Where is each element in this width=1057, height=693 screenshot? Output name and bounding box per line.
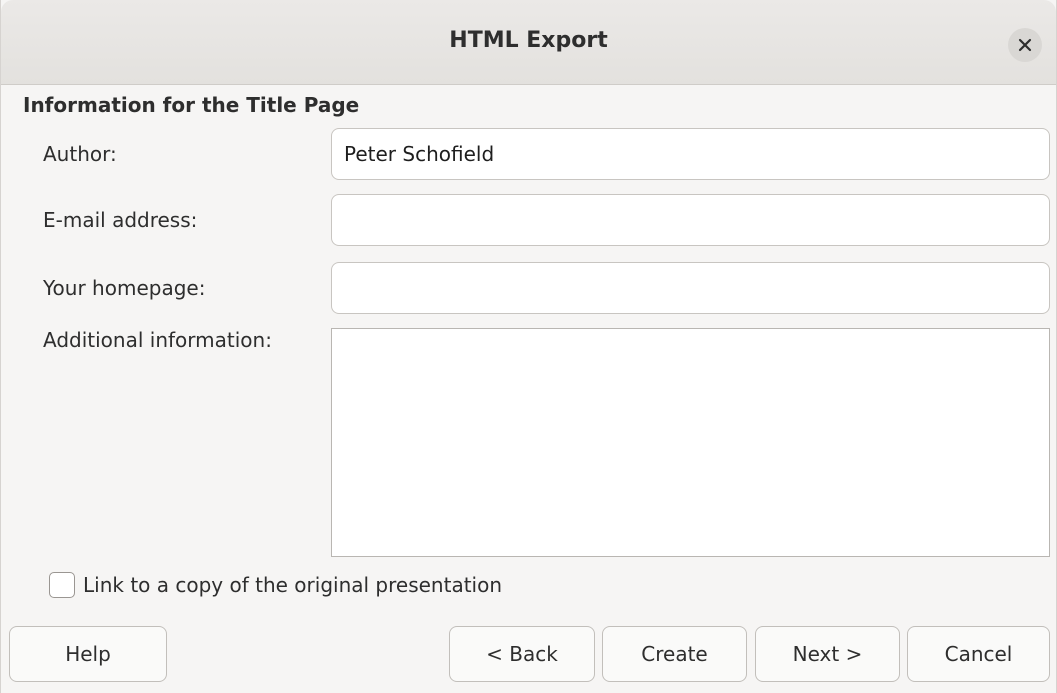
dialog-title: HTML Export [449,28,608,53]
link-original-checkbox[interactable] [49,572,75,598]
close-button[interactable] [1008,28,1042,62]
close-icon [1018,38,1032,52]
additional-info-label: Additional information: [43,328,272,352]
link-original-label: Link to a copy of the original presentat… [83,573,503,597]
homepage-field[interactable] [331,262,1050,314]
back-button[interactable]: < Back [449,626,595,682]
title-bar: HTML Export [1,0,1056,85]
link-original-option[interactable]: Link to a copy of the original presentat… [49,572,502,598]
author-label: Author: [43,142,117,166]
email-label: E-mail address: [43,208,198,232]
email-field[interactable] [331,194,1050,246]
additional-info-textarea[interactable] [331,328,1050,557]
section-heading: Information for the Title Page [23,93,360,117]
help-button[interactable]: Help [9,626,167,682]
author-field[interactable]: Peter Schofield [331,128,1050,180]
create-button[interactable]: Create [602,626,747,682]
html-export-dialog: HTML Export Information for the Title Pa… [0,0,1057,693]
homepage-label: Your homepage: [43,276,206,300]
cancel-button[interactable]: Cancel [907,626,1050,682]
next-button[interactable]: Next > [755,626,900,682]
